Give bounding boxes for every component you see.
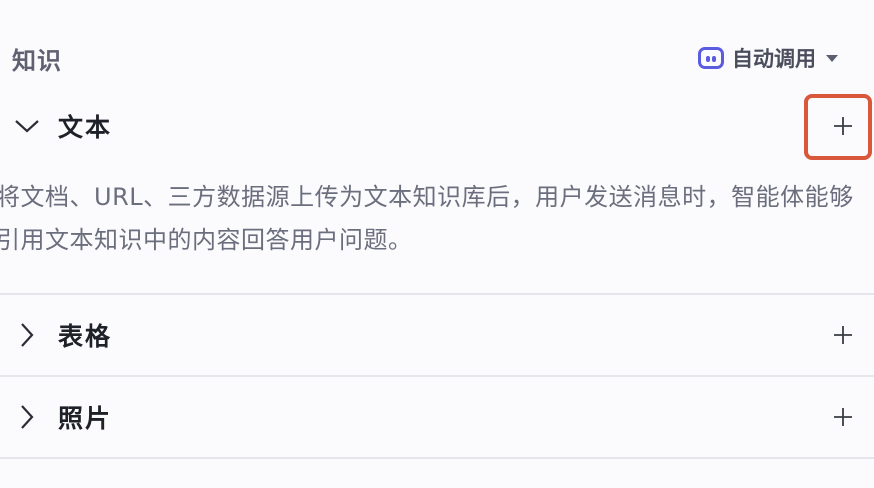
robot-icon [698, 47, 724, 69]
caret-down-icon [826, 54, 838, 62]
group-header-text[interactable]: 文本 [0, 94, 874, 160]
add-table-knowledge-button[interactable] [830, 322, 856, 348]
add-photo-knowledge-button[interactable] [830, 404, 856, 430]
chevron-right-icon[interactable] [14, 322, 40, 348]
chevron-down-icon[interactable] [14, 113, 40, 139]
divider [0, 457, 874, 459]
auto-call-dropdown[interactable]: 自动调用 [698, 43, 838, 73]
knowledge-header: 知识 自动调用 [12, 38, 838, 78]
auto-call-label: 自动调用 [732, 47, 816, 71]
group-header-photo[interactable]: 照片 [0, 393, 874, 441]
group-header-table[interactable]: 表格 [0, 311, 874, 359]
chevron-right-icon[interactable] [14, 404, 40, 430]
group-label-photo: 照片 [58, 404, 113, 433]
divider [0, 375, 874, 377]
highlight-box [804, 94, 872, 160]
text-knowledge-description: 将文档、URL、三方数据源上传为文本知识库后，用户发送消息时，智能体能够引用文本… [0, 183, 854, 254]
group-label-text: 文本 [58, 113, 113, 142]
group-label-table: 表格 [58, 322, 113, 351]
knowledge-panel: 知识 自动调用 文本 将文档、URL、三方数据源上传为文本知识库后，用户发送消息… [0, 0, 874, 488]
section-title: 知识 [12, 46, 62, 75]
divider [0, 293, 874, 295]
